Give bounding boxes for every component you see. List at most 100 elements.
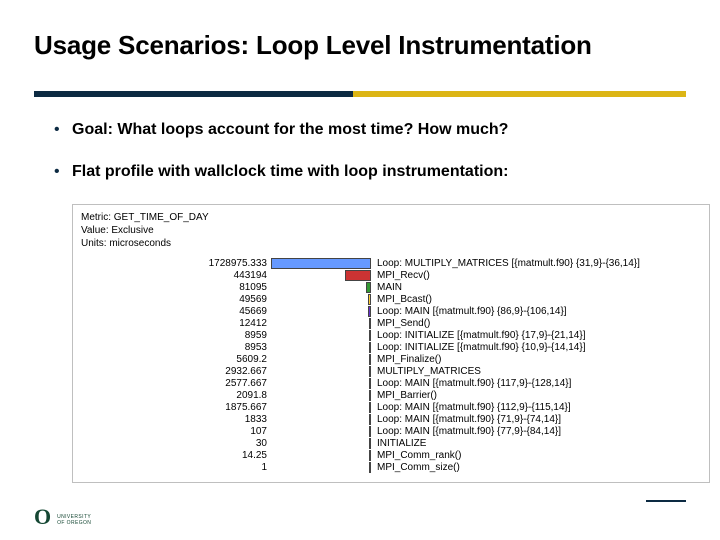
bar-label: Loop: INITIALIZE [{matmult.f90} {10,9}-{… xyxy=(373,342,585,353)
bar xyxy=(369,378,371,389)
bar-value: 1875.667 xyxy=(81,402,287,413)
bar-row: 1875.667 Loop: MAIN [{matmult.f90} {112,9… xyxy=(81,402,701,414)
bar-label: MPI_Recv() xyxy=(373,270,430,281)
bar xyxy=(369,438,371,449)
bar-row: 12412 MPI_Send() xyxy=(81,318,701,330)
bar-row: 1728975.333 Loop: MULTIPLY_MATRICES [{mat… xyxy=(81,258,701,270)
bar-row: 81095 MAIN xyxy=(81,282,701,294)
bar-label: Loop: INITIALIZE [{matmult.f90} {17,9}-{… xyxy=(373,330,585,341)
bar xyxy=(366,282,371,293)
divider-gold xyxy=(353,91,686,97)
bullet-marker: • xyxy=(54,161,72,183)
bar-row: 1833 Loop: MAIN [{matmult.f90} {71,9}-{74… xyxy=(81,414,701,426)
bar-row: 49569 MPI_Bcast() xyxy=(81,294,701,306)
bar-value: 49569 xyxy=(81,294,277,305)
bar-row: 5609.2MPI_Finalize() xyxy=(81,354,701,366)
bar xyxy=(368,294,371,305)
bar-value: 1 xyxy=(81,462,287,473)
bar-track xyxy=(271,438,371,449)
bar xyxy=(369,390,371,401)
bar-value: 30 xyxy=(81,438,287,449)
bar-label: Loop: MAIN [{matmult.f90} {71,9}-{74,14}… xyxy=(373,414,561,425)
bar-row: 1 MPI_Comm_size() xyxy=(81,462,701,474)
bar xyxy=(369,318,371,329)
bar-row: 443194 MPI_Recv() xyxy=(81,270,701,282)
bar-row: 2091.8 MPI_Barrier() xyxy=(81,390,701,402)
profile-panel: Metric: GET_TIME_OF_DAY Value: Exclusive… xyxy=(72,204,710,483)
uo-wordmark: UNIVERSITY OF OREGON xyxy=(57,515,91,526)
bar-label: MPI_Bcast() xyxy=(373,294,432,305)
bar-label: MPI_Send() xyxy=(373,318,430,329)
bar-track xyxy=(271,402,371,413)
bar-row: 45669 Loop: MAIN [{matmult.f90} {86,9}-{1… xyxy=(81,306,701,318)
bar-value: 45669 xyxy=(81,306,279,317)
bar xyxy=(369,342,371,353)
bar-row: 30 INITIALIZE xyxy=(81,438,701,450)
bar-label: MPI_Comm_rank() xyxy=(373,450,461,461)
bar-label: MULTIPLY_MATRICES xyxy=(373,366,481,377)
bar-track xyxy=(271,306,371,317)
bar xyxy=(369,366,371,377)
profile-meta: Metric: GET_TIME_OF_DAY Value: Exclusive… xyxy=(81,211,701,250)
divider xyxy=(34,91,686,97)
bar xyxy=(345,270,371,281)
bar-track xyxy=(271,378,371,389)
uo-logo: O UNIVERSITY OF OREGON xyxy=(34,508,91,526)
divider-dark xyxy=(34,91,353,97)
bar-track xyxy=(271,318,371,329)
bar-label: MPI_Finalize() xyxy=(373,354,441,365)
bar-track xyxy=(271,258,371,269)
bar-row: 8959Loop: INITIALIZE [{matmult.f90} {17,… xyxy=(81,330,701,342)
logo-line2: OF OREGON xyxy=(57,521,91,527)
bar-track xyxy=(271,426,371,437)
bar-track xyxy=(271,390,371,401)
bar-track xyxy=(271,354,371,365)
bar-label: Loop: MULTIPLY_MATRICES [{matmult.f90} {… xyxy=(373,258,640,269)
bar-track xyxy=(271,330,371,341)
bar-value: 12412 xyxy=(81,318,281,329)
meta-metric: Metric: GET_TIME_OF_DAY xyxy=(81,211,701,224)
bullets: • Goal: What loops account for the most … xyxy=(54,119,686,184)
bar-label: MPI_Comm_size() xyxy=(373,462,460,473)
bar-row: 14.25 MPI_Comm_rank() xyxy=(81,450,701,462)
bar-value: 1833 xyxy=(81,414,287,425)
bar xyxy=(369,330,371,341)
bar xyxy=(271,258,371,269)
bar-track xyxy=(271,414,371,425)
bar-value: 2577.667 xyxy=(81,378,287,389)
bullet-text: Flat profile with wallclock time with lo… xyxy=(72,161,508,183)
bar-row: 2577.667 Loop: MAIN [{matmult.f90} {117,9… xyxy=(81,378,701,390)
bullet-item: • Flat profile with wallclock time with … xyxy=(54,161,686,183)
bar-track xyxy=(271,282,371,293)
bullet-marker: • xyxy=(54,119,72,141)
bar-row: 8953 Loop: INITIALIZE [{matmult.f90} {10,… xyxy=(81,342,701,354)
slide-title: Usage Scenarios: Loop Level Instrumentat… xyxy=(34,30,686,61)
bar-label: MAIN xyxy=(373,282,402,293)
bar-label: MPI_Barrier() xyxy=(373,390,437,401)
bar-value: 2091.8 xyxy=(81,390,287,401)
bar-value: 8953 xyxy=(81,342,285,353)
bar-row: 2932.667 MULTIPLY_MATRICES xyxy=(81,366,701,378)
bar-value: 107 xyxy=(81,426,287,437)
footer-rule xyxy=(646,500,686,502)
bar-label: Loop: MAIN [{matmult.f90} {86,9}-{106,14… xyxy=(373,306,567,317)
bar-value: 1728975.333 xyxy=(81,258,271,269)
bar-value: 2932.667 xyxy=(81,366,287,377)
bar-track xyxy=(271,366,371,377)
bullet-text: Goal: What loops account for the most ti… xyxy=(72,119,508,141)
bar-track xyxy=(271,450,371,461)
bar xyxy=(369,426,371,437)
bar-label: Loop: MAIN [{matmult.f90} {112,9}-{115,1… xyxy=(373,402,571,413)
bar-track xyxy=(271,294,371,305)
bar-track xyxy=(271,270,371,281)
bar-label: INITIALIZE xyxy=(373,438,426,449)
uo-o-mark: O xyxy=(34,508,51,526)
bar-value: 443194 xyxy=(81,270,273,281)
bar xyxy=(369,414,371,425)
bar-value: 81095 xyxy=(81,282,275,293)
bar-value: 14.25 xyxy=(81,450,287,461)
bar-label: Loop: MAIN [{matmult.f90} {117,9}-{128,1… xyxy=(373,378,571,389)
bar xyxy=(369,450,371,461)
bar-label: Loop: MAIN [{matmult.f90} {77,9}-{84,14}… xyxy=(373,426,561,437)
bullet-item: • Goal: What loops account for the most … xyxy=(54,119,686,141)
